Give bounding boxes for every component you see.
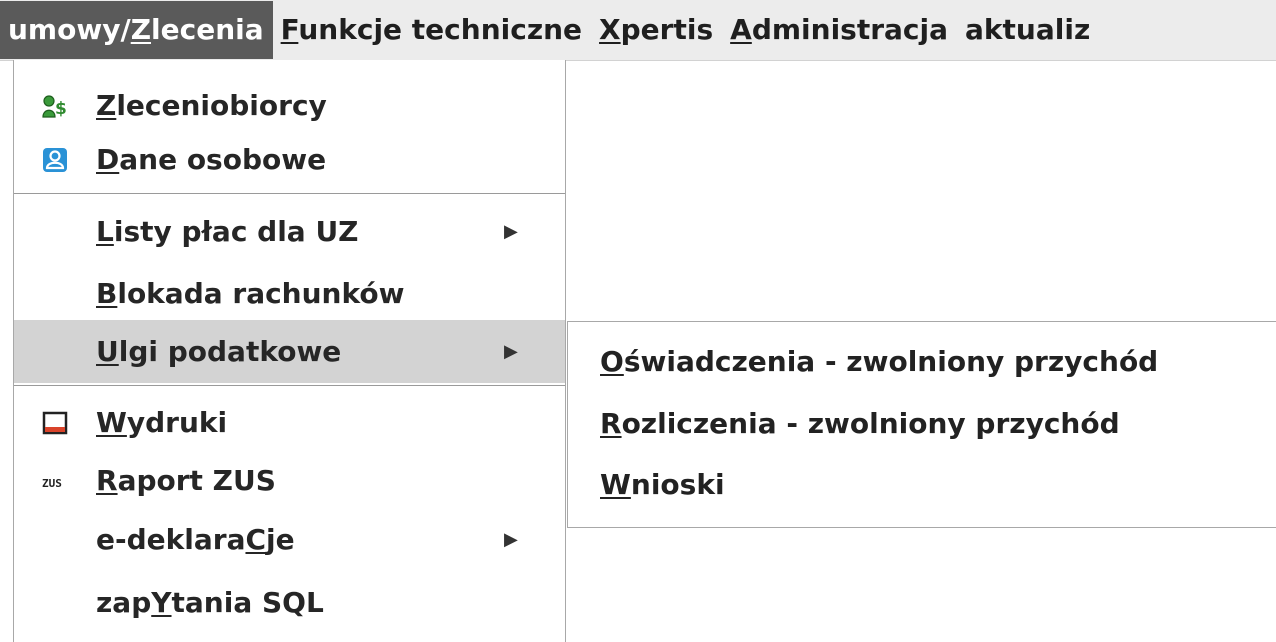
item-label-rest: tania SQL (171, 586, 324, 619)
svg-text:$: $ (55, 99, 67, 119)
accelerator-key: C (245, 523, 267, 556)
item-label: e-deklara (96, 523, 246, 556)
zus-icon: ZUS (42, 477, 62, 490)
submenu-item-oswiadczenia[interactable]: Oświadczenia - zwolniony przychód (568, 332, 1276, 392)
item-label-rest: je (266, 523, 295, 556)
menu-xpertis[interactable]: Xpertis (591, 1, 722, 59)
menu-label-rest: pertis (620, 13, 714, 46)
menu-item-ulgi-podatkowe[interactable]: Ulgi podatkowe ▶ (14, 320, 565, 383)
menu-item-raport-zus[interactable]: ZUS Raport ZUS (14, 449, 565, 512)
menu-label-rest: lecenia (151, 13, 264, 46)
accelerator-key: U (96, 335, 119, 368)
menu-administracja[interactable]: Administracja (722, 1, 957, 59)
menu-label: umowy/ (8, 13, 131, 46)
accelerator-key: Z (96, 89, 117, 122)
item-label-rest: nioski (630, 468, 725, 501)
item-label-rest: aport ZUS (117, 464, 276, 497)
accelerator-key: R (96, 464, 118, 497)
umowy-zlecenia-dropdown: $ Zleceniobiorcy Dane osobowe Listy płac… (13, 60, 566, 642)
accelerator-key: B (96, 277, 118, 310)
submenu-arrow-icon: ▶ (504, 221, 518, 242)
menu-item-listy-plac[interactable]: Listy płac dla UZ ▶ (14, 200, 565, 263)
accelerator-key: X (599, 13, 621, 46)
item-label-rest: lgi podatkowe (118, 335, 342, 368)
item-label: zap (96, 586, 152, 619)
accelerator-key: W (600, 468, 631, 501)
accelerator-key: A (730, 13, 752, 46)
submenu-arrow-icon: ▶ (504, 529, 518, 550)
item-label-rest: ozliczenia - zwolniony przychód (621, 407, 1120, 440)
menu-item-e-deklaracje[interactable]: e-deklaraCje ▶ (14, 508, 565, 571)
item-label-rest: ydruki (126, 406, 228, 439)
menu-item-zapytania-sql[interactable]: zapYtania SQL (14, 571, 565, 634)
accelerator-key: F (280, 13, 299, 46)
item-label-rest: ane osobowe (119, 143, 327, 176)
menu-label-rest: unkcje techniczne (298, 13, 583, 46)
users-money-icon: $ (42, 95, 67, 119)
item-label-rest: leceniobiorcy (116, 89, 327, 122)
menu-aktualizacja[interactable]: aktualiz (957, 1, 1099, 59)
accelerator-key: Z (130, 13, 152, 46)
svg-text:ZUS: ZUS (42, 477, 62, 490)
menu-umowy-zlecenia[interactable]: umowy/Zlecenia (0, 1, 273, 59)
accelerator-key: W (96, 406, 127, 439)
menu-separator (14, 193, 565, 194)
menu-label: aktualiz (965, 13, 1091, 46)
accelerator-key: R (600, 407, 622, 440)
menu-bar: umowy/Zlecenia Funkcje techniczne Xperti… (0, 0, 1276, 61)
accelerator-key: Y (151, 586, 172, 619)
accelerator-key: D (96, 143, 120, 176)
menu-item-dane-osobowe[interactable]: Dane osobowe (14, 128, 565, 191)
person-card-icon (43, 148, 67, 172)
menu-item-blokada-rachunkow[interactable]: Blokada rachunków (14, 262, 565, 325)
item-label-rest: isty płac dla UZ (113, 215, 359, 248)
accelerator-key: L (96, 215, 114, 248)
menu-label-rest: dministracja (751, 13, 949, 46)
submenu-arrow-icon: ▶ (504, 341, 518, 362)
menu-funkcje-techniczne[interactable]: Funkcje techniczne (273, 1, 591, 59)
item-label-rest: lokada rachunków (117, 277, 405, 310)
printer-doc-icon (42, 411, 68, 435)
submenu-item-wnioski[interactable]: Wnioski (568, 455, 1276, 515)
menu-separator (14, 385, 565, 386)
menu-item-wydruki[interactable]: Wydruki (14, 391, 565, 454)
accelerator-key: O (600, 345, 624, 378)
submenu-item-rozliczenia[interactable]: Rozliczenia - zwolniony przychód (568, 394, 1276, 454)
ulgi-podatkowe-submenu: Oświadczenia - zwolniony przychód Rozlic… (567, 321, 1276, 528)
item-label-rest: świadczenia - zwolniony przychód (623, 345, 1159, 378)
